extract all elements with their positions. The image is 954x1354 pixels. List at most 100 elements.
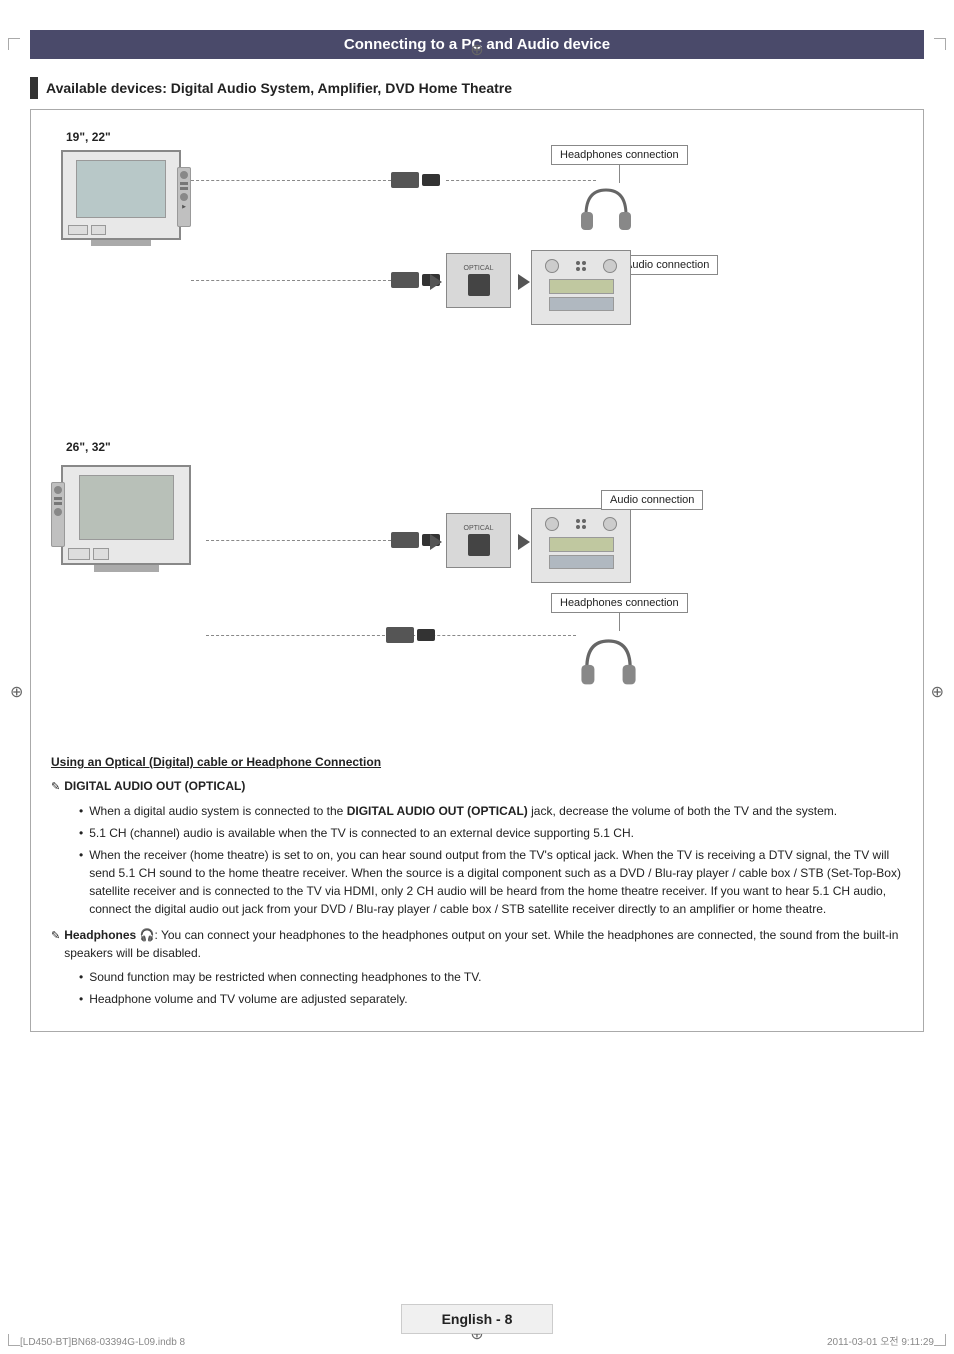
- diagram-top-section: 19", 22" ▶: [46, 125, 908, 405]
- hp-label-line-b: [619, 613, 620, 631]
- corner-br: [934, 1334, 946, 1346]
- knobs-center-top: [576, 261, 586, 271]
- optical-port-top: [468, 274, 490, 296]
- dot-b3: [576, 525, 580, 529]
- bold-digital: DIGITAL AUDIO OUT (OPTICAL): [347, 804, 528, 818]
- footer-badge: English - 8: [401, 1304, 554, 1334]
- port-circle: [180, 171, 188, 179]
- audio-system-top: [531, 250, 631, 325]
- tv-body-bottom: [61, 465, 191, 565]
- audio-box-top: [531, 250, 631, 325]
- tv-bottom-icons: [68, 225, 106, 235]
- bullet-digital-3: • When the receiver (home theatre) is se…: [79, 846, 903, 918]
- notes-underline-title: Using an Optical (Digital) cable or Head…: [51, 755, 903, 769]
- tv-ports-bottom: [51, 482, 65, 547]
- arrow-bottom: [426, 534, 446, 553]
- section-heading: Available devices: Digital Audio System,…: [30, 77, 924, 99]
- knobs-b-row1: [576, 519, 586, 523]
- audio-conn-label-top: Audio connection: [616, 255, 718, 275]
- heading-bar: [30, 77, 38, 99]
- bullet-dot-3: •: [79, 846, 83, 864]
- corner-tl: [8, 38, 20, 50]
- note-icon-digital: ✎: [51, 779, 60, 796]
- tv-body-top: ▶: [61, 150, 181, 240]
- dot1: [576, 261, 580, 265]
- optical-device-bottom: OPTICAL: [446, 513, 511, 568]
- optical-box-top: OPTICAL: [446, 253, 511, 308]
- note-icon-hp: ✎: [51, 928, 60, 945]
- tv-stand-bottom: [94, 565, 159, 572]
- cable-bottom-opt: [206, 540, 391, 541]
- knob2-bottom: [603, 517, 617, 531]
- audio-lcd-bottom: [549, 537, 614, 552]
- bullet-dot-hp1: •: [79, 968, 83, 986]
- audio-knobs-top: [532, 251, 630, 276]
- left-cross: ⊕: [10, 682, 23, 702]
- port-b1: [54, 486, 62, 494]
- tv-top: ▶: [61, 150, 181, 246]
- dot2: [582, 261, 586, 265]
- connectors-bottom-hp: [386, 627, 435, 643]
- bottom-info-left: [LD450-BT]BN68-03394G-L09.indb 8: [20, 1337, 185, 1348]
- bullet-hp-1: • Sound function may be restricted when …: [79, 968, 903, 986]
- audio-conn-label-bottom: Audio connection: [601, 490, 703, 510]
- knobs-center-bottom: [576, 519, 586, 529]
- digital-audio-heading: DIGITAL AUDIO OUT (OPTICAL): [64, 777, 245, 795]
- headphone-icon-top: [576, 180, 636, 238]
- dot4: [582, 267, 586, 271]
- port-rect2: [180, 187, 188, 190]
- hp-label-box-bottom: Headphones connection: [551, 593, 688, 613]
- knobs-row1: [576, 261, 586, 265]
- tv-icon-b1: [68, 548, 90, 560]
- audio-lcd-top: [549, 279, 614, 294]
- tv-screen-top: [76, 160, 166, 218]
- headphones-note-text: Headphones 🎧: You can connect your headp…: [64, 926, 903, 962]
- conn-left-bopt: [391, 532, 419, 548]
- conn-left-bhp: [386, 627, 414, 643]
- conn-left-hp: [391, 172, 419, 188]
- cable-top-hp: [191, 180, 391, 181]
- headphone-icon-bottom: [576, 630, 641, 693]
- audio-bar-top: [549, 297, 614, 311]
- notes-section: Using an Optical (Digital) cable or Head…: [46, 755, 908, 1008]
- digital-audio-note: ✎ DIGITAL AUDIO OUT (OPTICAL): [51, 777, 903, 796]
- center-cross-top: ⊕: [470, 40, 483, 60]
- hp-label-box-top: Headphones connection: [551, 145, 688, 165]
- tv-icon2: [91, 225, 106, 235]
- port-b2: [54, 497, 62, 500]
- audio-label-box-top: Audio connection: [616, 255, 718, 275]
- optical-text-top: OPTICAL: [464, 265, 494, 272]
- audio-label-box-bottom: Audio connection: [601, 490, 703, 510]
- audio-bar-bottom: [549, 555, 614, 569]
- optical-port-bottom: [468, 534, 490, 556]
- audio-box-bottom: [531, 508, 631, 583]
- knob1-bottom: [545, 517, 559, 531]
- knob2-top: [603, 259, 617, 273]
- tv-stand-top: [91, 240, 151, 246]
- optical-box-bottom: OPTICAL: [446, 513, 511, 568]
- conn-left-opt: [391, 272, 419, 288]
- port-b3: [54, 502, 62, 505]
- knob1-top: [545, 259, 559, 273]
- corner-tr: [934, 38, 946, 50]
- diagram-bottom-section: 26", 32": [46, 435, 908, 745]
- hp-body-text: : You can connect your headphones to the…: [64, 928, 898, 960]
- headphones-conn-label-top: Headphones connection: [551, 145, 688, 183]
- digital-audio-bullets: • When a digital audio system is connect…: [79, 802, 903, 918]
- optical-text-bottom: OPTICAL: [464, 525, 494, 532]
- arrow-top: [426, 274, 446, 293]
- conn-right-hp: [422, 174, 440, 186]
- bullet-dot-1: •: [79, 802, 83, 820]
- knobs-b-row2: [576, 525, 586, 529]
- headphones-bullets: • Sound function may be restricted when …: [79, 968, 903, 1008]
- corner-bl: [8, 1334, 20, 1346]
- dot-b2: [582, 519, 586, 523]
- tv-ports-top: ▶: [177, 167, 191, 227]
- headphones-conn-label-bottom: Headphones connection: [551, 593, 688, 631]
- dot-b1: [576, 519, 580, 523]
- right-cross: ⊕: [931, 682, 944, 702]
- cable-top-optical: [191, 280, 391, 281]
- bullet-digital-1: • When a digital audio system is connect…: [79, 802, 903, 820]
- optical-device-top: OPTICAL: [446, 253, 511, 308]
- tv-icon1: [68, 225, 88, 235]
